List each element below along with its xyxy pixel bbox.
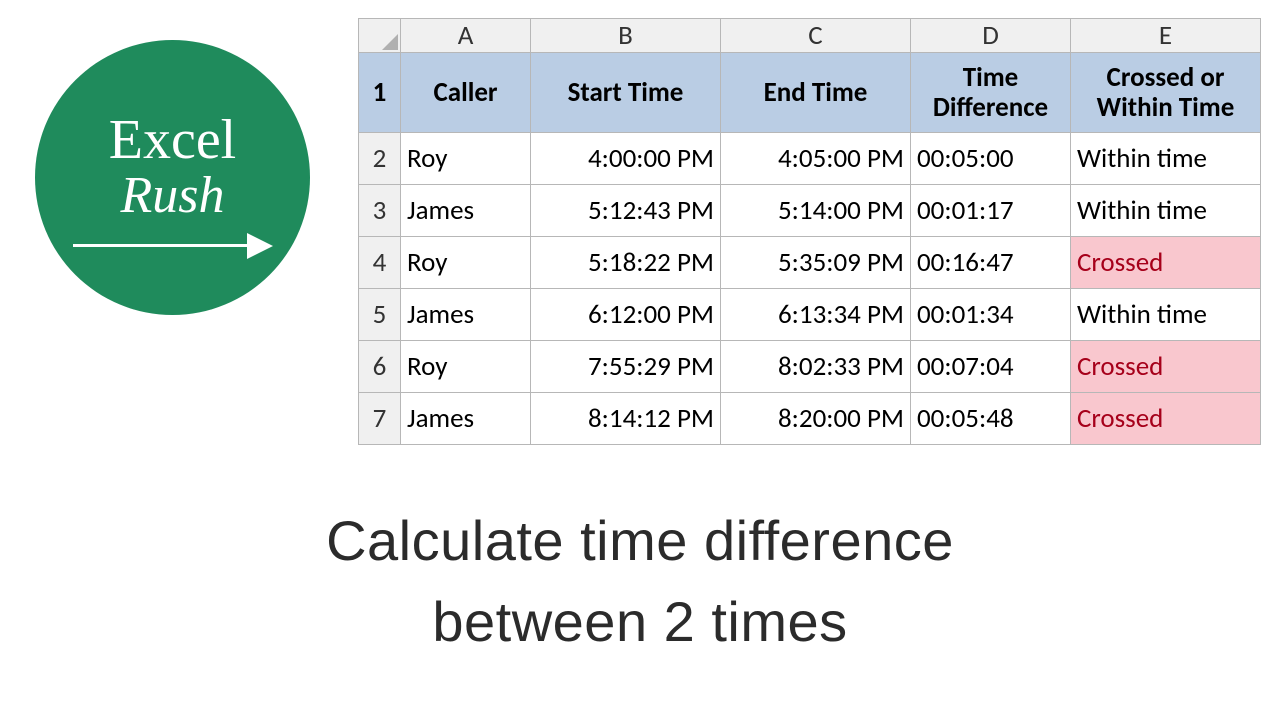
- spreadsheet-table: A B C D E 1 Caller Start Time End Time T…: [358, 18, 1261, 445]
- cell-B2[interactable]: 4:00:00 PM: [531, 133, 721, 185]
- col-header-C[interactable]: C: [721, 19, 911, 53]
- cell-B6[interactable]: 7:55:29 PM: [531, 341, 721, 393]
- cell-A3[interactable]: James: [401, 185, 531, 237]
- table-row: 5James6:12:00 PM6:13:34 PM00:01:34Within…: [359, 289, 1261, 341]
- cell-E7[interactable]: Crossed: [1071, 393, 1261, 445]
- excel-rush-logo: Excel Rush: [35, 40, 310, 315]
- cell-A7[interactable]: James: [401, 393, 531, 445]
- cell-C3[interactable]: 5:14:00 PM: [721, 185, 911, 237]
- cell-D5[interactable]: 00:01:34: [911, 289, 1071, 341]
- cell-E1[interactable]: Crossed or Within Time: [1071, 53, 1261, 133]
- cell-E2[interactable]: Within time: [1071, 133, 1261, 185]
- table-header-row: 1 Caller Start Time End Time Time Differ…: [359, 53, 1261, 133]
- cell-C6[interactable]: 8:02:33 PM: [721, 341, 911, 393]
- row-header-7[interactable]: 7: [359, 393, 401, 445]
- logo-text-2: Rush: [121, 170, 225, 222]
- logo-text-1: Excel: [109, 112, 236, 168]
- table-row: 7James8:14:12 PM8:20:00 PM00:05:48Crosse…: [359, 393, 1261, 445]
- cell-D6[interactable]: 00:07:04: [911, 341, 1071, 393]
- col-header-D[interactable]: D: [911, 19, 1071, 53]
- cell-C5[interactable]: 6:13:34 PM: [721, 289, 911, 341]
- table-row: 3James5:12:43 PM5:14:00 PM00:01:17Within…: [359, 185, 1261, 237]
- cell-E3[interactable]: Within time: [1071, 185, 1261, 237]
- table-row: 2Roy4:00:00 PM4:05:00 PM00:05:00Within t…: [359, 133, 1261, 185]
- cell-A1[interactable]: Caller: [401, 53, 531, 133]
- cell-E6[interactable]: Crossed: [1071, 341, 1261, 393]
- table-row: 4Roy5:18:22 PM5:35:09 PM00:16:47Crossed: [359, 237, 1261, 289]
- col-header-B[interactable]: B: [531, 19, 721, 53]
- row-header-4[interactable]: 4: [359, 237, 401, 289]
- cell-B7[interactable]: 8:14:12 PM: [531, 393, 721, 445]
- table-row: 6Roy7:55:29 PM8:02:33 PM00:07:04Crossed: [359, 341, 1261, 393]
- select-all-corner[interactable]: [359, 19, 401, 53]
- row-header-6[interactable]: 6: [359, 341, 401, 393]
- col-header-E[interactable]: E: [1071, 19, 1261, 53]
- cell-C1[interactable]: End Time: [721, 53, 911, 133]
- cell-E4[interactable]: Crossed: [1071, 237, 1261, 289]
- cell-E5[interactable]: Within time: [1071, 289, 1261, 341]
- row-header-5[interactable]: 5: [359, 289, 401, 341]
- cell-A4[interactable]: Roy: [401, 237, 531, 289]
- row-header-3[interactable]: 3: [359, 185, 401, 237]
- cell-B5[interactable]: 6:12:00 PM: [531, 289, 721, 341]
- arrow-right-icon: [73, 232, 273, 258]
- row-header-1[interactable]: 1: [359, 53, 401, 133]
- cell-C4[interactable]: 5:35:09 PM: [721, 237, 911, 289]
- cell-A5[interactable]: James: [401, 289, 531, 341]
- cell-C2[interactable]: 4:05:00 PM: [721, 133, 911, 185]
- slide-caption: Calculate time difference between 2 time…: [0, 500, 1280, 662]
- row-header-2[interactable]: 2: [359, 133, 401, 185]
- cell-B4[interactable]: 5:18:22 PM: [531, 237, 721, 289]
- cell-B1[interactable]: Start Time: [531, 53, 721, 133]
- cell-D4[interactable]: 00:16:47: [911, 237, 1071, 289]
- cell-C7[interactable]: 8:20:00 PM: [721, 393, 911, 445]
- caption-line-1: Calculate time difference: [0, 500, 1280, 581]
- cell-A6[interactable]: Roy: [401, 341, 531, 393]
- cell-D7[interactable]: 00:05:48: [911, 393, 1071, 445]
- cell-D1[interactable]: Time Difference: [911, 53, 1071, 133]
- cell-B3[interactable]: 5:12:43 PM: [531, 185, 721, 237]
- cell-D3[interactable]: 00:01:17: [911, 185, 1071, 237]
- cell-A2[interactable]: Roy: [401, 133, 531, 185]
- col-header-A[interactable]: A: [401, 19, 531, 53]
- caption-line-2: between 2 times: [0, 581, 1280, 662]
- cell-D2[interactable]: 00:05:00: [911, 133, 1071, 185]
